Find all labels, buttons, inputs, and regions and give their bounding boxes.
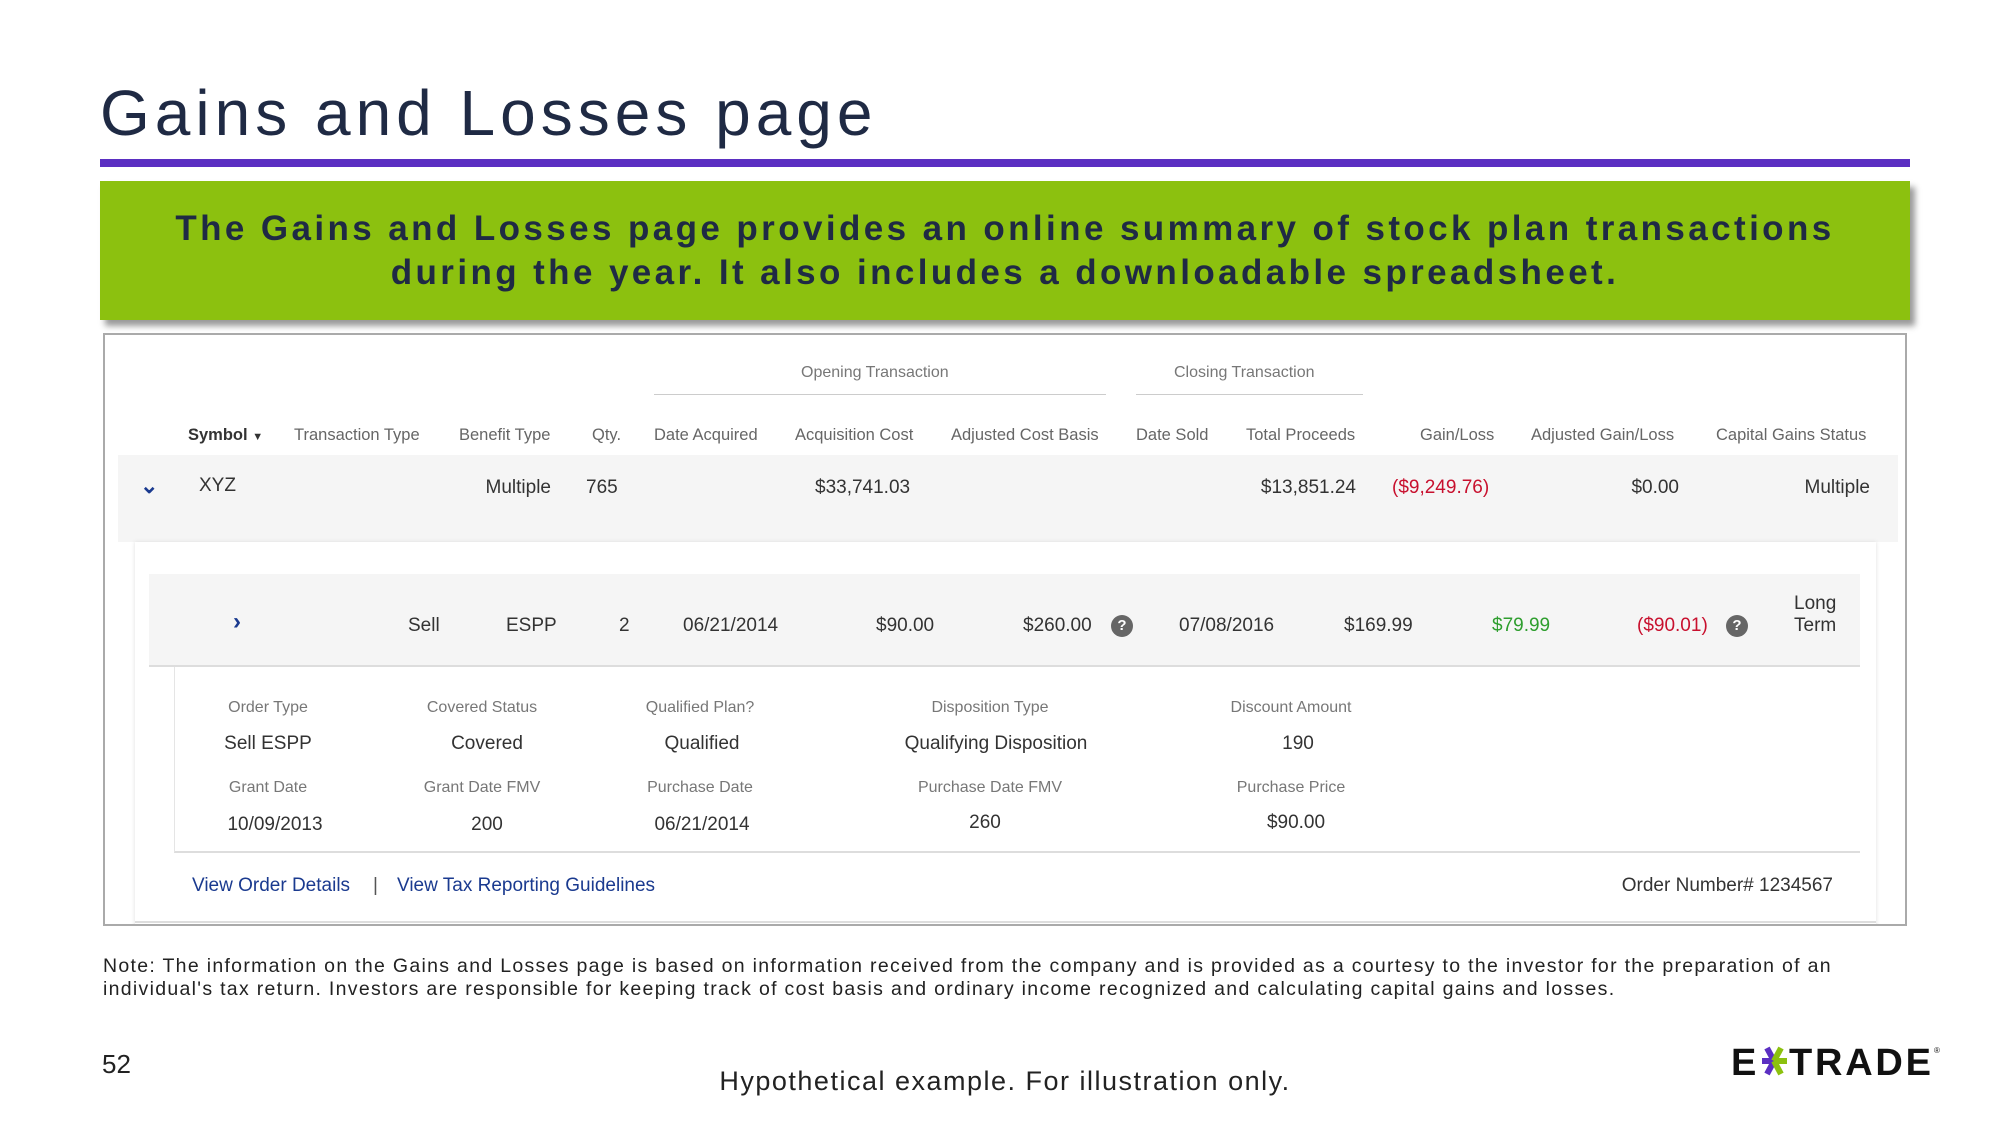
view-order-details-link[interactable]: View Order Details <box>192 875 350 897</box>
detail-label: Grant Date FMV <box>423 779 541 796</box>
header-acquisition-cost[interactable]: Acquisition Cost <box>795 426 913 445</box>
detail-value: Qualifying Disposition <box>904 733 1088 754</box>
header-transaction-type[interactable]: Transaction Type <box>294 426 420 445</box>
title-divider <box>100 159 1910 167</box>
svg-text:E: E <box>1731 1042 1756 1081</box>
page-title: Gains and Losses page <box>100 77 878 149</box>
header-label: Symbol <box>188 426 248 444</box>
summary-adjusted-gain-loss: $0.00 <box>1631 477 1679 498</box>
summary-banner: The Gains and Losses page provides an on… <box>100 181 1910 320</box>
header-adjusted-gain-loss[interactable]: Adjusted Gain/Loss <box>1531 426 1674 445</box>
svg-text:®: ® <box>1934 1046 1940 1055</box>
etrade-logo: E TRADE ® <box>1731 1041 1943 1084</box>
detail-label: Grant Date <box>228 779 308 796</box>
order-number-label: Order Number# <box>1621 875 1754 896</box>
summary-capital-gains-status: Multiple <box>1804 477 1870 498</box>
lot-gain-loss: $79.99 <box>1492 615 1551 636</box>
help-icon[interactable]: ? <box>1726 615 1748 637</box>
detail-label: Discount Amount <box>1230 699 1352 716</box>
summary-qty: 765 <box>586 477 618 498</box>
detail-label: Covered Status <box>426 699 538 716</box>
summary-acquisition-cost: $33,741.03 <box>815 477 911 498</box>
summary-benefit-type: Multiple <box>485 477 551 498</box>
detail-value: $90.00 <box>1266 812 1326 833</box>
lot-acquisition-cost: $90.00 <box>876 615 935 636</box>
status-line: Term <box>1794 615 1837 636</box>
detail-value: 10/09/2013 <box>227 814 323 835</box>
lot-capital-gains-status: Long Term <box>1794 593 1836 637</box>
header-symbol[interactable]: Symbol ▼ <box>188 426 263 445</box>
sort-caret-icon: ▼ <box>252 431 264 443</box>
header-benefit-type[interactable]: Benefit Type <box>459 426 550 445</box>
svg-text:TRADE: TRADE <box>1789 1042 1931 1081</box>
header-total-proceeds[interactable]: Total Proceeds <box>1246 426 1355 445</box>
header-date-sold[interactable]: Date Sold <box>1136 426 1208 445</box>
summary-gain-loss: ($9,249.76) <box>1392 477 1490 498</box>
detail-label: Order Type <box>228 699 308 716</box>
lot-adjusted-cost-basis: $260.00 <box>1023 615 1092 636</box>
group-closing-transaction: Closing Transaction <box>1174 364 1315 381</box>
lot-transaction-type: Sell <box>408 615 440 636</box>
detail-value: 260 <box>969 812 1001 833</box>
view-tax-reporting-guidelines-link[interactable]: View Tax Reporting Guidelines <box>397 875 655 897</box>
page-number: 52 <box>102 1049 131 1079</box>
summary-total-proceeds: $13,851.24 <box>1260 477 1356 498</box>
detail-label: Purchase Date <box>647 779 753 796</box>
header-qty[interactable]: Qty. <box>592 426 621 445</box>
detail-value: 190 <box>1282 733 1314 754</box>
header-gain-loss[interactable]: Gain/Loss <box>1420 426 1494 445</box>
detail-label: Qualified Plan? <box>645 699 755 716</box>
lot-date-acquired: 06/21/2014 <box>683 615 779 636</box>
detail-value: 200 <box>471 814 503 835</box>
summary-symbol: XYZ <box>199 475 236 496</box>
banner-text: The Gains and Losses page provides an on… <box>175 208 1835 292</box>
detail-value: Qualified <box>664 733 740 754</box>
detail-label: Purchase Date FMV <box>917 779 1063 796</box>
lot-row[interactable] <box>149 574 1860 667</box>
detail-value: Covered <box>451 733 523 754</box>
group-divider <box>654 394 1106 395</box>
detail-value: 06/21/2014 <box>654 814 750 835</box>
link-separator: | <box>373 875 378 896</box>
header-adjusted-cost-basis[interactable]: Adjusted Cost Basis <box>951 426 1099 445</box>
lot-qty: 2 <box>619 615 630 636</box>
order-number: Order Number# 1234567 <box>1622 875 1833 897</box>
group-divider <box>1136 394 1363 395</box>
etrade-logo-mark: E TRADE ® <box>1731 1042 1940 1084</box>
detail-value: Sell ESPP <box>224 733 312 754</box>
header-date-acquired[interactable]: Date Acquired <box>654 426 758 445</box>
gains-losses-screenshot: Opening Transaction Closing Transaction … <box>103 333 1907 926</box>
lot-total-proceeds: $169.99 <box>1344 615 1413 636</box>
chevron-down-icon[interactable]: ⌄ <box>140 473 158 499</box>
chevron-right-icon[interactable]: › <box>233 608 241 636</box>
detail-label: Disposition Type <box>931 699 1049 716</box>
help-icon[interactable]: ? <box>1111 615 1133 637</box>
panel-divider <box>135 921 1876 923</box>
header-capital-gains-status[interactable]: Capital Gains Status <box>1716 426 1866 445</box>
details-box <box>174 667 1860 853</box>
disclaimer-note: Note: The information on the Gains and L… <box>103 955 1832 1000</box>
status-line: Long <box>1794 593 1837 614</box>
lot-adjusted-gain-loss: ($90.01) <box>1637 615 1708 636</box>
lot-date-sold: 07/08/2016 <box>1179 615 1275 636</box>
hypothetical-disclaimer: Hypothetical example. For illustration o… <box>719 1066 1291 1096</box>
lot-benefit-type: ESPP <box>506 615 557 636</box>
order-number-value: 1234567 <box>1759 875 1833 896</box>
detail-label: Purchase Price <box>1236 779 1346 796</box>
group-opening-transaction: Opening Transaction <box>801 364 949 381</box>
